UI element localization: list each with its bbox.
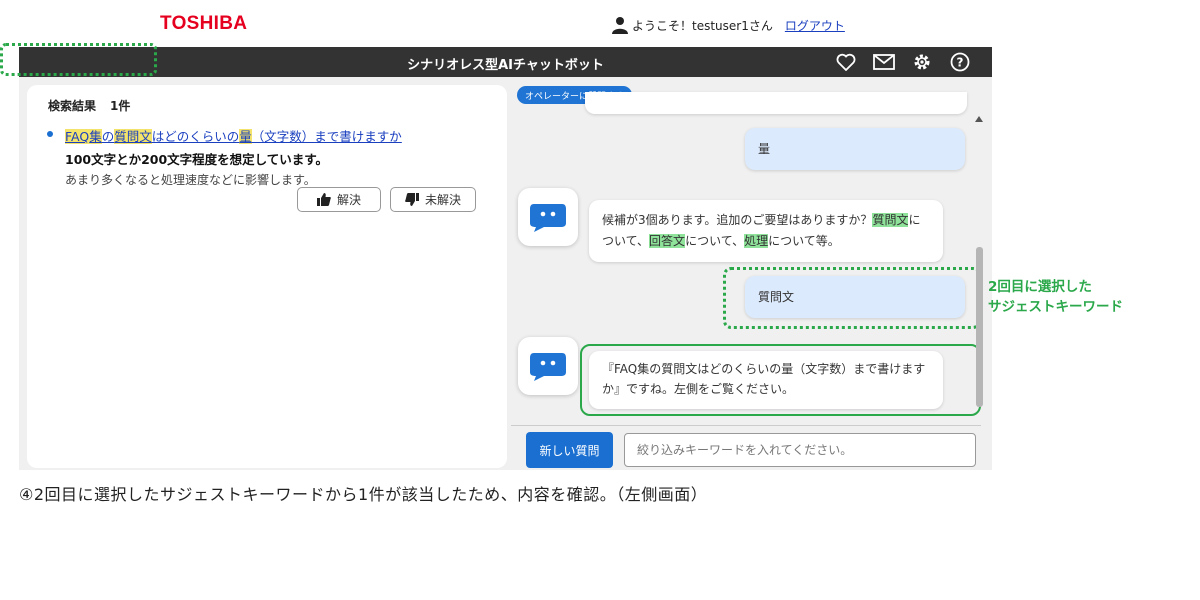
result-item: FAQ集の質問文はどのくらいの量（文字数）まで書けますか 100文字とか200文… [47,126,487,188]
bot-message: 候補が3個あります。追加のご要望はありますか？質問文に ついて、回答文について、処… [589,200,943,262]
result-header: 検索結果 1件 [48,97,130,114]
message-text: 量 [758,142,771,156]
scroll-thumb[interactable] [976,247,983,407]
unresolved-button[interactable]: 未解決 [390,187,476,212]
bot-avatar [518,188,578,246]
greeting-text: ようこそ！testuser1さん [632,18,773,33]
result-header-highlight [0,43,157,76]
title-bar: シナリオレス型AIチャットボット ? [19,47,992,77]
highlight-term: 質問文 [114,129,152,144]
mail-icon[interactable] [872,50,896,74]
thumbs-up-icon [316,193,331,206]
result-label: 検索結果 [48,99,97,113]
title-text: （文字数）まで書けますか [251,129,402,144]
bullet-icon [47,131,53,137]
resolved-label: 解決 [336,193,361,207]
message-text: ついて、 [602,234,650,248]
title-text: はどのくらいの [151,129,240,144]
logout-link[interactable]: ログアウト [785,17,845,34]
message-text: について、 [685,234,745,248]
answer-summary: 100文字とか200文字程度を想定しています。 [65,152,329,167]
highlight-term: 集 [89,129,102,144]
answer-highlight [580,344,981,416]
annotation-line: 2回目に選択した [988,279,1092,295]
message-text: 候補が3個あります。追加のご要望はありますか？ [602,213,873,227]
suggest-keyword[interactable]: 質問文 [872,213,909,227]
toshiba-logo: TOSHIBA [160,13,248,34]
suggest-keyword[interactable]: 回答文 [649,234,686,248]
unresolved-label: 未解決 [424,193,461,207]
annotation-label: 2回目に選択した サジェストキーワード [988,277,1123,317]
help-icon[interactable]: ? [948,50,972,74]
bot-avatar [518,337,578,395]
previous-message [585,92,967,114]
message-text: について等。 [768,234,840,248]
resolved-button[interactable]: 解決 [297,187,381,212]
heart-icon[interactable] [834,50,858,74]
keyword-input[interactable] [624,433,976,467]
answer-detail: あまり多くなると処理速度などに影響します。 [65,173,316,187]
highlight-term: 量 [239,129,252,144]
figure-caption: ④2回目に選択したサジェストキーワードから1件が該当したため、内容を確認。（左側… [19,485,708,504]
new-question-button[interactable]: 新しい質問 [526,432,613,468]
toolbar-icons: ? [834,50,972,74]
user-bar: ようこそ！testuser1さん ログアウト [612,16,845,34]
user-icon [612,17,628,34]
scroll-up-icon[interactable] [975,116,983,122]
chatbot-icon [530,353,566,381]
gear-icon[interactable] [910,50,934,74]
chat-scrollbar[interactable] [974,112,984,416]
thumbs-down-icon [405,193,419,206]
svg-text:?: ? [957,56,964,70]
message-text: に [908,213,921,227]
result-count: 1件 [110,99,131,113]
annotation-line: サジェストキーワード [988,299,1123,315]
user-message: 量 [745,128,965,170]
faq-question-link[interactable]: FAQ集の質問文はどのくらいの量（文字数）まで書けますか [65,126,487,145]
suggest-keyword[interactable]: 処理 [744,234,769,248]
chatbot-icon [530,204,566,232]
selected-keyword-highlight [723,267,981,329]
highlight-term: FAQ [65,129,90,144]
title-text: の [101,129,115,144]
